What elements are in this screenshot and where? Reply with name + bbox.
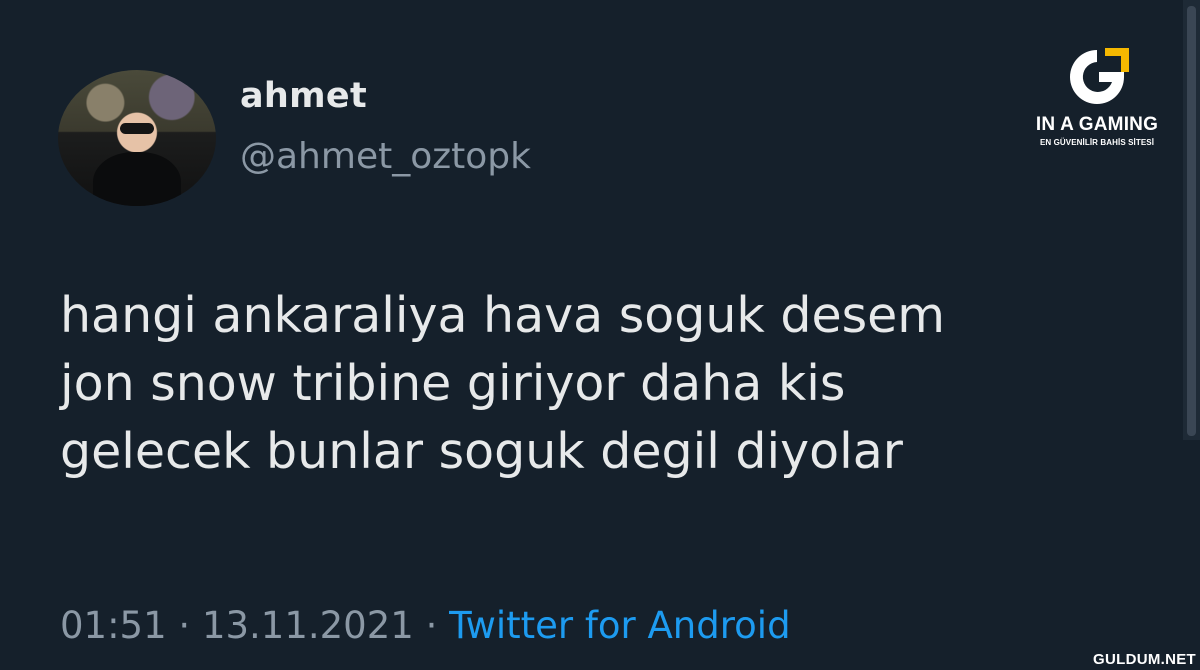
scrollbar-thumb[interactable] bbox=[1187, 6, 1196, 436]
avatar-glasses bbox=[119, 123, 155, 134]
tweet-text: hangi ankaraliya hava soguk desem jon sn… bbox=[60, 282, 1100, 486]
logo-brand-text: IN A GAMING bbox=[1035, 114, 1159, 135]
avatar[interactable] bbox=[58, 70, 216, 206]
display-name[interactable]: ahmet bbox=[240, 76, 367, 116]
avatar-shirt bbox=[92, 151, 182, 206]
tweet-time[interactable]: 01:51 bbox=[60, 604, 167, 647]
tweet-source-link[interactable]: Twitter for Android bbox=[449, 604, 790, 647]
meta-separator: · bbox=[178, 604, 191, 647]
tweet-date[interactable]: 13.11.2021 bbox=[202, 604, 414, 647]
tweet-line: gelecek bunlar soguk degil diyolar bbox=[60, 423, 903, 480]
scrollbar[interactable] bbox=[1183, 0, 1200, 440]
meta-separator: · bbox=[425, 604, 438, 647]
watermark: GULDUM.NET bbox=[1093, 651, 1196, 668]
tweet-meta: 01:51 · 13.11.2021 · Twitter for Android bbox=[60, 604, 791, 647]
tweet-line: jon snow tribine giriyor daha kis bbox=[60, 355, 846, 412]
sponsor-logo: IN A GAMING EN GÜVENİLİR BAHİS SİTESİ bbox=[1022, 44, 1172, 174]
g-logo-icon bbox=[1070, 48, 1129, 104]
logo-tagline: EN GÜVENİLİR BAHİS SİTESİ bbox=[1039, 138, 1155, 147]
tweet-line: hangi ankaraliya hava soguk desem bbox=[60, 287, 946, 344]
user-handle[interactable]: @ahmet_oztopk bbox=[240, 136, 531, 177]
